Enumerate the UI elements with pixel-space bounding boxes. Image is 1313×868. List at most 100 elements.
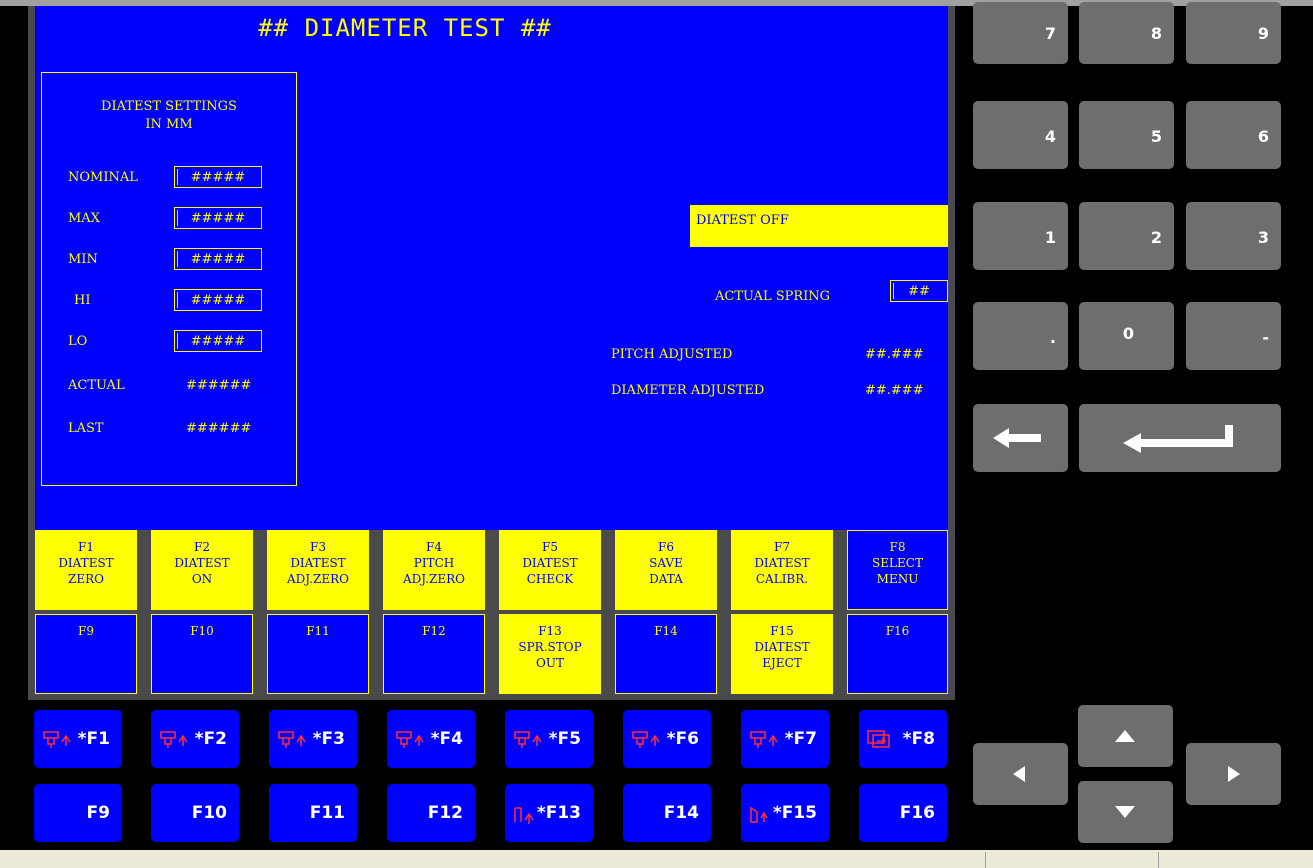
keypad-2-label: 2 bbox=[1150, 228, 1162, 247]
keypad-3-label: 3 bbox=[1257, 228, 1269, 247]
keypad-6[interactable]: 6 bbox=[1186, 101, 1281, 169]
fkey-f11[interactable]: F11 bbox=[267, 614, 369, 694]
keypad-decimal-label: . bbox=[1049, 328, 1056, 347]
actual-spring-field[interactable]: ## bbox=[890, 280, 948, 302]
keypad-7[interactable]: 7 bbox=[973, 2, 1068, 64]
hw-button-f3[interactable]: *F3 bbox=[269, 710, 357, 768]
cylinder-up-icon bbox=[160, 731, 188, 748]
fkey-f3-diatest-adj-zero[interactable]: F3 DIATEST ADJ.ZERO bbox=[267, 530, 369, 610]
enter-arrow-icon bbox=[1123, 425, 1233, 453]
arrow-up-button[interactable] bbox=[1078, 705, 1173, 767]
keypad-5[interactable]: 5 bbox=[1079, 101, 1174, 169]
cylinder-up-icon bbox=[514, 731, 542, 748]
hw-button-f5[interactable]: *F5 bbox=[505, 710, 593, 768]
hw-button-f6-label: *F6 bbox=[666, 729, 699, 749]
hi-label: HI bbox=[74, 293, 91, 308]
settings-unit: IN MM bbox=[145, 117, 193, 132]
fkey-f14[interactable]: F14 bbox=[615, 614, 717, 694]
hw-button-f10-label: F10 bbox=[191, 803, 227, 823]
max-field[interactable]: ##### bbox=[174, 207, 262, 229]
max-label: MAX bbox=[68, 211, 100, 226]
hw-button-f1[interactable]: *F1 bbox=[34, 710, 122, 768]
fkey-f7-diatest-calibr[interactable]: F7 DIATEST CALIBR. bbox=[731, 530, 833, 610]
hw-button-f16[interactable]: F16 bbox=[859, 784, 947, 842]
hi-field[interactable]: ##### bbox=[174, 289, 262, 311]
arrow-down-button[interactable] bbox=[1078, 781, 1173, 843]
hw-button-f10[interactable]: F10 bbox=[151, 784, 239, 842]
fkey-f1-diatest-zero[interactable]: F1 DIATEST ZERO bbox=[35, 530, 137, 610]
actual-label: ACTUAL bbox=[68, 378, 125, 393]
diameter-adjusted-value: ##.### bbox=[865, 383, 924, 398]
hw-button-f14[interactable]: F14 bbox=[623, 784, 711, 842]
arrow-right-button[interactable] bbox=[1186, 743, 1281, 805]
hw-button-f2[interactable]: *F2 bbox=[151, 710, 239, 768]
nominal-label: NOMINAL bbox=[68, 170, 138, 185]
diatest-settings-panel: DIATEST SETTINGS IN MM NOMINAL ##### MAX… bbox=[41, 72, 297, 486]
cylinder-up-icon bbox=[396, 731, 424, 748]
hw-button-f11[interactable]: F11 bbox=[269, 784, 357, 842]
fkey-f9[interactable]: F9 bbox=[35, 614, 137, 694]
hw-button-f2-label: *F2 bbox=[194, 729, 227, 749]
hw-button-f4[interactable]: *F4 bbox=[387, 710, 475, 768]
hw-button-f9[interactable]: F9 bbox=[34, 784, 122, 842]
hw-button-f3-label: *F3 bbox=[312, 729, 345, 749]
keypad-decimal[interactable]: . bbox=[973, 302, 1068, 370]
cylinder-up-icon bbox=[632, 731, 660, 748]
keypad-1[interactable]: 1 bbox=[973, 202, 1068, 270]
hw-button-f1-label: *F1 bbox=[77, 729, 110, 749]
keypad-0[interactable]: 0 bbox=[1079, 302, 1174, 370]
hw-button-f14-label: F14 bbox=[663, 803, 699, 823]
pitch-adjusted-label: PITCH ADJUSTED bbox=[611, 347, 733, 362]
nominal-field[interactable]: ##### bbox=[174, 166, 262, 188]
hw-button-f12[interactable]: F12 bbox=[387, 784, 475, 842]
min-label: MIN bbox=[68, 252, 98, 267]
arrow-left-button[interactable] bbox=[973, 743, 1068, 805]
keypad-9[interactable]: 9 bbox=[1186, 2, 1281, 64]
arrow-left-icon bbox=[1013, 766, 1025, 782]
fkey-f10[interactable]: F10 bbox=[151, 614, 253, 694]
min-field[interactable]: ##### bbox=[174, 248, 262, 270]
keypad-2[interactable]: 2 bbox=[1079, 202, 1174, 270]
window-status-bar bbox=[0, 850, 1313, 868]
lo-label: LO bbox=[68, 334, 88, 349]
last-label: LAST bbox=[68, 421, 104, 436]
backspace-button[interactable] bbox=[973, 404, 1068, 472]
fkey-f6-save-data[interactable]: F6 SAVE DATA bbox=[615, 530, 717, 610]
keypad-3[interactable]: 3 bbox=[1186, 202, 1281, 270]
fkey-f12[interactable]: F12 bbox=[383, 614, 485, 694]
hw-button-f8-label: *F8 bbox=[902, 729, 935, 749]
status-bar-divider bbox=[985, 852, 986, 868]
fkey-f8-select-menu[interactable]: F8 SELECT MENU bbox=[847, 530, 948, 610]
fkey-f16[interactable]: F16 bbox=[847, 614, 948, 694]
hw-button-f15[interactable]: *F15 bbox=[741, 784, 829, 842]
hw-button-f13[interactable]: *F13 bbox=[505, 784, 593, 842]
backspace-arrow-icon bbox=[993, 428, 1041, 448]
keypad-1-label: 1 bbox=[1044, 228, 1056, 247]
hw-button-f6[interactable]: *F6 bbox=[623, 710, 711, 768]
diatest-status-badge: DIATEST OFF bbox=[690, 205, 948, 247]
fkey-f5-diatest-check[interactable]: F5 DIATEST CHECK bbox=[499, 530, 601, 610]
keypad-4[interactable]: 4 bbox=[973, 101, 1068, 169]
cylinder-up-icon bbox=[43, 731, 71, 748]
hw-button-f11-label: F11 bbox=[309, 803, 345, 823]
hmi-screen: ## DIAMETER TEST ## DIATEST SETTINGS IN … bbox=[35, 6, 948, 530]
keypad-7-label: 7 bbox=[1044, 24, 1056, 43]
keypad-8[interactable]: 8 bbox=[1079, 2, 1174, 64]
hw-button-f7[interactable]: *F7 bbox=[741, 710, 829, 768]
arrow-right-icon bbox=[1228, 766, 1240, 782]
keypad-4-label: 4 bbox=[1044, 127, 1056, 146]
hw-button-f9-label: F9 bbox=[86, 803, 110, 823]
enter-button[interactable] bbox=[1079, 404, 1281, 472]
fkey-f2-diatest-on[interactable]: F2 DIATEST ON bbox=[151, 530, 253, 610]
menu-windows-icon bbox=[867, 730, 890, 748]
hw-button-f8[interactable]: *F8 bbox=[859, 710, 947, 768]
lo-field[interactable]: ##### bbox=[174, 330, 262, 352]
keypad-5-label: 5 bbox=[1150, 127, 1162, 146]
pitch-adjusted-value: ##.### bbox=[865, 347, 924, 362]
keypad-minus[interactable]: - bbox=[1186, 302, 1281, 370]
hw-button-f5-label: *F5 bbox=[548, 729, 581, 749]
fkey-f13-spr-stop-out[interactable]: F13 SPR.STOP OUT bbox=[499, 614, 601, 694]
fkey-f4-pitch-adj-zero[interactable]: F4 PITCH ADJ.ZERO bbox=[383, 530, 485, 610]
hw-button-f7-label: *F7 bbox=[784, 729, 817, 749]
fkey-f15-diatest-eject[interactable]: F15 DIATEST EJECT bbox=[731, 614, 833, 694]
